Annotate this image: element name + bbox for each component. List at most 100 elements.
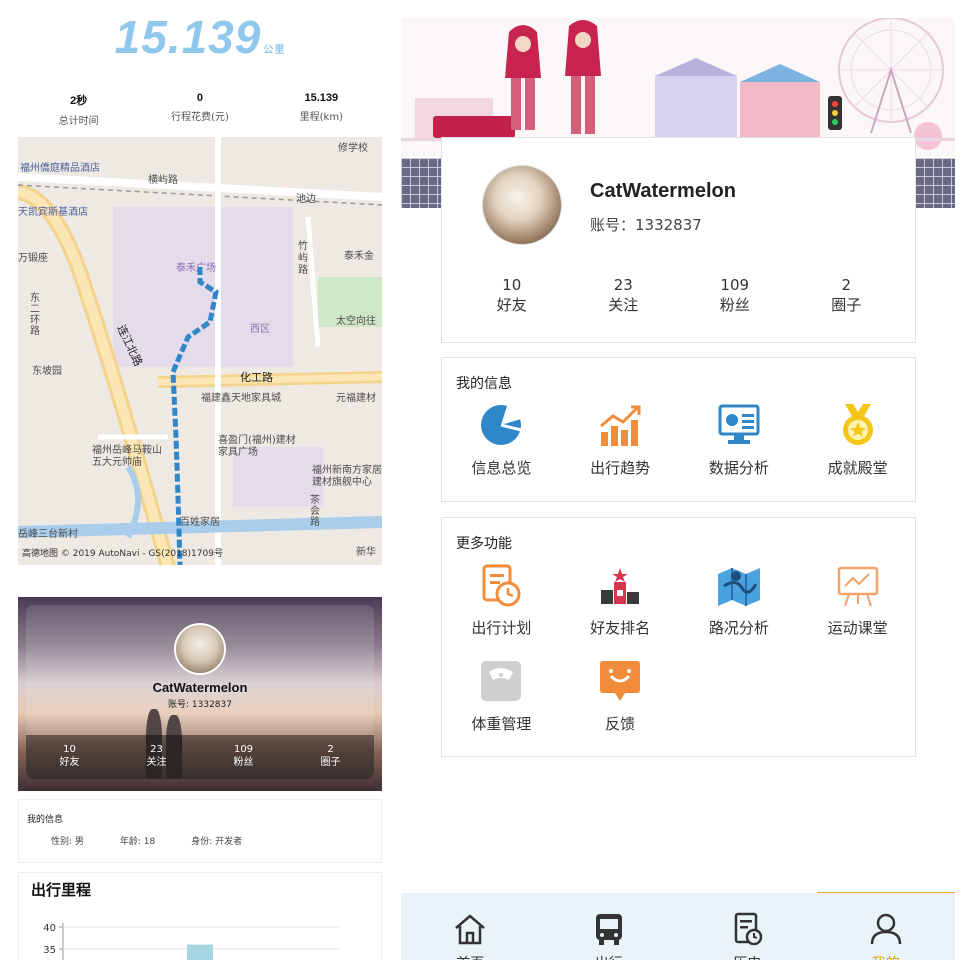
my-info-grid: 信息总览 出行趋势 数据分析 成就殿堂 <box>442 402 917 498</box>
my-info-section: 我的信息 信息总览 出行趋势 数据分析 成就殿堂 <box>441 357 916 502</box>
map-label: 天凯宾斯基酒店 <box>18 207 88 218</box>
trip-stat-value: 0 <box>196 92 204 104</box>
plan-clock-icon <box>482 564 521 607</box>
func-weight-management[interactable]: 体重管理 <box>442 658 561 754</box>
func-achievement-hall[interactable]: 成就殿堂 <box>798 402 917 498</box>
trip-stat-label: 行程花费(元) <box>171 112 229 123</box>
tab-mine[interactable]: 我的 <box>817 893 956 960</box>
tab-label: 我的 <box>817 953 956 960</box>
right-app-panel: CatWatermelon 账号：1332837 10 好友 23 关注 109 粉丝… <box>401 0 955 960</box>
func-traffic-analysis[interactable]: 路况分析 <box>680 562 799 658</box>
map-label: 泰禾广场 <box>176 263 216 274</box>
func-friend-ranking[interactable]: 好友排名 <box>561 562 680 658</box>
tab-label: 出行 <box>540 953 679 960</box>
stat-followers[interactable]: 109 粉丝 <box>679 275 791 315</box>
trip-stat-label: 总计时间 <box>58 116 99 127</box>
func-label: 数据分析 <box>708 459 769 477</box>
func-sports-class[interactable]: 运动课堂 <box>798 562 917 658</box>
tab-travel[interactable]: 出行 <box>540 893 679 960</box>
trip-distance-value: 15.139 <box>114 11 262 63</box>
stat-value: 2 <box>841 276 852 294</box>
my-info-row: 性别: 男 年龄: 18 身份: 开发者 <box>51 834 242 847</box>
tab-history[interactable]: 历史 <box>678 893 817 960</box>
monitor-chart-icon <box>718 404 760 444</box>
map-label: 西区 <box>250 324 270 335</box>
tab-label: 首页 <box>401 953 540 960</box>
stat-friends[interactable]: 10 好友 <box>456 275 568 315</box>
username: CatWatermelon <box>590 180 736 202</box>
podium-icon <box>601 568 640 604</box>
stat-value: 2 <box>327 744 334 755</box>
map-label: 池边 <box>296 194 316 205</box>
home-icon <box>455 914 486 945</box>
mileage-chart: 35 40 <box>43 923 339 960</box>
trip-stat-mileage: 15.139 里程(km) <box>261 92 382 127</box>
my-info-title: 我的信息 <box>27 815 64 825</box>
mileage-chart-card: 出行里程 35 40 <box>18 872 382 960</box>
map-label: 福州新南方家居建材旗舰中心 <box>312 465 382 488</box>
func-label: 路况分析 <box>708 619 769 637</box>
profile-card-main: CatWatermelon 账号：1332837 10 好友 23 关注 109 粉丝… <box>441 137 916 343</box>
stat-following[interactable]: 23 关注 <box>113 735 200 779</box>
role: 身份: 开发者 <box>191 837 243 847</box>
map-credit: 高德地图 © 2019 AutoNavi - GS(2018)1709号 <box>22 549 223 559</box>
map-label: 岳峰三台新村 <box>18 529 78 540</box>
avatar[interactable] <box>174 623 226 675</box>
func-feedback[interactable]: 反馈 <box>561 658 680 754</box>
chart-y-tick-label: 35 <box>43 945 56 956</box>
trend-chart-icon <box>600 405 641 446</box>
profile-stats: 10 好友 23 关注 109 粉丝 2 圈子 <box>26 735 374 779</box>
account-id: 账号: 1332837 <box>168 700 232 710</box>
func-travel-plan[interactable]: 出行计划 <box>442 562 561 658</box>
func-data-analysis[interactable]: 数据分析 <box>680 402 799 498</box>
user-icon <box>870 913 901 945</box>
func-info-overview[interactable]: 信息总览 <box>442 402 561 498</box>
avatar[interactable] <box>482 165 562 245</box>
stat-label: 圈子 <box>831 296 862 314</box>
stat-circles[interactable]: 2 圈子 <box>287 735 374 779</box>
route-map[interactable]: 福州僑庭精品酒店 横屿路 修学校 池边 天凯宾斯基酒店 竹屿路 泰禾金 万锻座 … <box>18 137 382 565</box>
func-label: 体重管理 <box>471 715 532 733</box>
map-label: 化工路 <box>240 371 273 384</box>
gender: 性别: 男 <box>51 837 84 847</box>
stat-value: 23 <box>613 276 633 294</box>
feedback-icon <box>600 661 641 701</box>
map-label: 福建鑫天地家具城 <box>201 393 281 404</box>
map-label: 太空向往 <box>336 316 376 327</box>
stat-followers[interactable]: 109 粉丝 <box>200 735 287 779</box>
stat-following[interactable]: 23 关注 <box>568 275 680 315</box>
trip-stat-cost: 0 行程花费(元) <box>139 92 260 127</box>
pie-chart-icon <box>481 405 522 445</box>
stat-label: 好友 <box>496 296 527 314</box>
map-label: 福州岳峰马鞍山五大元帅庙 <box>92 445 162 468</box>
func-label: 成就殿堂 <box>827 459 888 477</box>
map-label: 百姓家居 <box>180 517 220 528</box>
screen: 15.139 公里 2秒 总计时间 0 行程花费(元) 15.139 里程(km) <box>0 0 975 975</box>
more-functions-grid: 出行计划 好友排名 路况分析 运动课堂 体重管理 反馈 <box>442 562 917 754</box>
more-functions-section: 更多功能 出行计划 好友排名 路况分析 运动课堂 体重管理 反馈 <box>441 517 916 757</box>
func-travel-trend[interactable]: 出行趋势 <box>561 402 680 498</box>
stat-circles[interactable]: 2 圈子 <box>791 275 903 315</box>
map-label: 万锻座 <box>18 253 48 264</box>
func-label: 出行趋势 <box>590 459 651 477</box>
trip-distance-unit: 公里 <box>263 45 286 56</box>
board-icon <box>837 566 878 607</box>
left-app-panel: 15.139 公里 2秒 总计时间 0 行程花费(元) 15.139 里程(km) <box>18 0 382 960</box>
chart-bar[interactable] <box>187 944 213 960</box>
tab-home[interactable]: 首页 <box>401 893 540 960</box>
trip-distance: 15.139 公里 <box>18 10 382 64</box>
stat-value: 10 <box>502 276 522 294</box>
func-label: 好友排名 <box>590 619 651 637</box>
stat-label: 关注 <box>146 757 167 768</box>
stat-value: 109 <box>233 744 254 755</box>
stat-value: 10 <box>63 744 76 755</box>
stat-friends[interactable]: 10 好友 <box>26 735 113 779</box>
chart-y-tick-label: 40 <box>43 923 56 934</box>
trip-stat-value: 15.139 <box>304 92 339 104</box>
stat-value: 23 <box>150 744 163 755</box>
stat-value: 109 <box>720 276 750 294</box>
map-label: 福州僑庭精品酒店 <box>20 163 100 174</box>
func-label: 运动课堂 <box>827 619 888 637</box>
stat-label: 粉丝 <box>233 757 254 768</box>
map-label: 泰禾金 <box>344 251 374 262</box>
